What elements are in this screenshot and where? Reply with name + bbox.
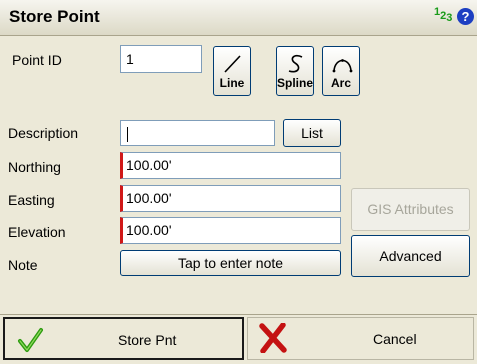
- arc-icon: [332, 59, 353, 73]
- elevation-label: Elevation: [8, 224, 66, 240]
- cancel-button[interactable]: Cancel: [247, 317, 474, 360]
- text-caret: [127, 126, 128, 142]
- easting-label: Easting: [8, 192, 55, 208]
- checkmark-icon: [18, 328, 43, 352]
- note-label: Note: [8, 257, 38, 273]
- northing-label: Northing: [8, 159, 61, 175]
- title-bar: Store Point 123 ?: [0, 0, 477, 36]
- advanced-button[interactable]: Advanced: [351, 235, 470, 277]
- red-x-icon: [259, 323, 287, 353]
- description-label: Description: [8, 125, 79, 141]
- list-button[interactable]: List: [283, 119, 341, 147]
- elevation-field[interactable]: 100.00': [120, 217, 341, 244]
- spline-icon: [288, 54, 303, 73]
- arc-button[interactable]: Arc: [322, 46, 360, 96]
- help-icon[interactable]: ?: [457, 8, 474, 25]
- line-icon: [224, 55, 241, 73]
- gis-attributes-button[interactable]: GIS Attributes: [351, 188, 470, 231]
- northing-field[interactable]: 100.00': [120, 152, 341, 179]
- numeric-mode-indicator[interactable]: 123: [434, 6, 452, 24]
- description-field[interactable]: [120, 120, 275, 146]
- spline-button[interactable]: Spline: [276, 46, 314, 96]
- line-button[interactable]: Line: [213, 46, 251, 96]
- store-point-button[interactable]: Store Pnt: [3, 317, 244, 360]
- enter-note-button[interactable]: Tap to enter note: [120, 250, 341, 276]
- point-id-label: Point ID: [12, 52, 62, 68]
- easting-field[interactable]: 100.00': [120, 185, 341, 212]
- window-title: Store Point: [9, 7, 100, 26]
- point-id-field[interactable]: 1: [120, 45, 202, 73]
